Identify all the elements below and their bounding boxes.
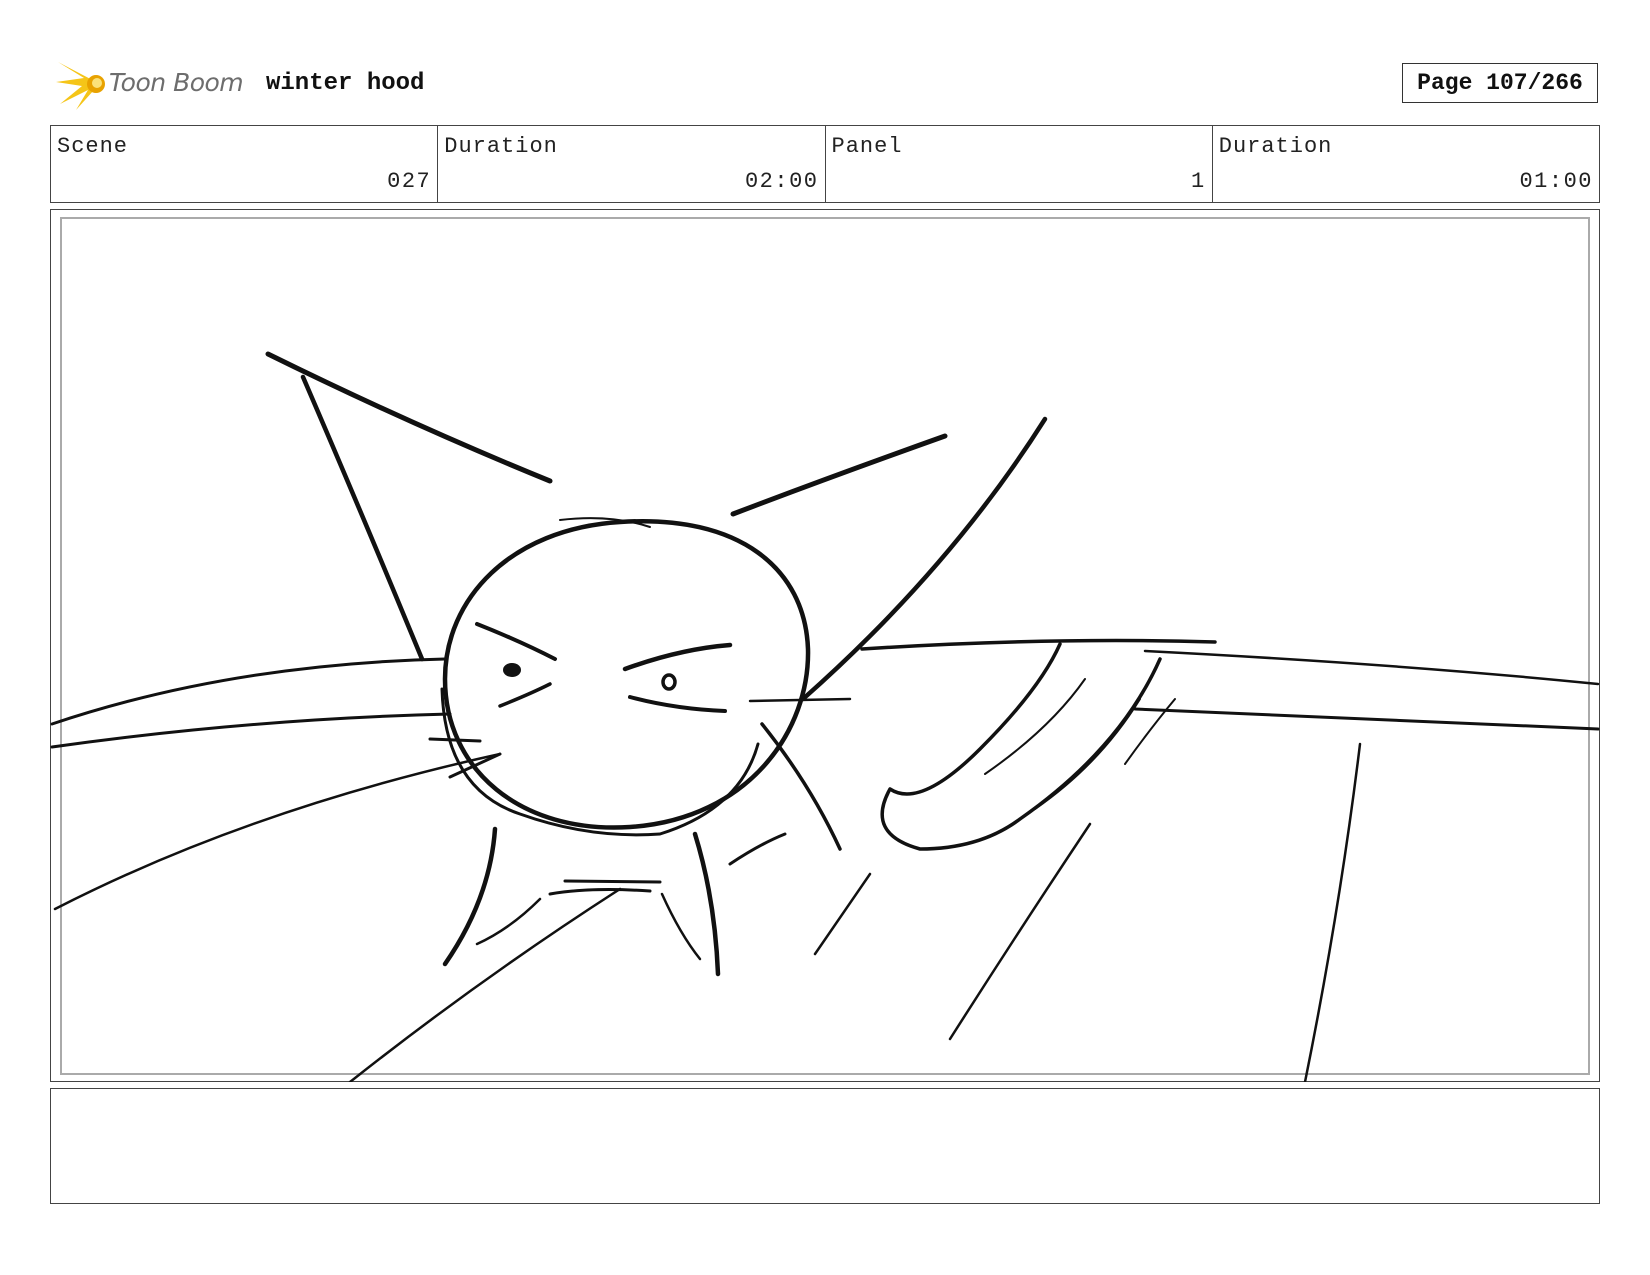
- panel-duration-label: Duration: [1218, 134, 1333, 159]
- project-title: winter hood: [266, 70, 425, 97]
- scene-label: Scene: [57, 134, 129, 159]
- panel-cell: Panel 1: [826, 126, 1213, 202]
- right-leg-inner: [660, 892, 702, 961]
- panel-notes-box: [50, 1088, 1600, 1204]
- floor-line-right: [948, 822, 1092, 1041]
- left-face-hatch-1: [428, 737, 482, 743]
- floor-line-left: [348, 887, 622, 1082]
- storyboard-sketch: [50, 351, 1600, 1082]
- left-ear-top-stroke: [265, 351, 553, 484]
- right-brow: [622, 642, 733, 672]
- center-collar: [563, 879, 662, 884]
- right-eye: [661, 673, 677, 691]
- scene-value: 027: [387, 169, 432, 194]
- scene-duration-value: 02:00: [744, 169, 819, 194]
- scene-info-table: Scene 027 Duration 02:00 Panel 1 Duratio…: [50, 125, 1600, 203]
- panel-duration-value: 01:00: [1519, 169, 1593, 194]
- body-right-stroke-1: [760, 722, 842, 851]
- toon-boom-flame-icon: [56, 62, 105, 110]
- right-ear-top-stroke: [730, 433, 948, 517]
- left-ray-middle: [50, 712, 452, 749]
- scene-duration-label: Duration: [444, 134, 558, 159]
- panel-label: Panel: [831, 134, 903, 159]
- right-cheek-stroke: [748, 697, 852, 703]
- right-ear-side-stroke: [800, 416, 1048, 702]
- page-indicator: Page 107/266: [1402, 63, 1598, 103]
- arm-upper-edge: [860, 638, 1217, 651]
- floor-line-mid: [813, 872, 872, 956]
- left-ray-upper: [50, 657, 447, 726]
- panel-value: 1: [1191, 169, 1206, 194]
- panel-duration-cell: Duration 01:00: [1213, 126, 1599, 202]
- left-leg-inner: [475, 897, 542, 946]
- toon-boom-logo: Toon Boom: [54, 56, 254, 112]
- left-ray-lower: [53, 752, 502, 911]
- arm-right-lower: [1133, 707, 1600, 731]
- center-collar-lower: [548, 888, 652, 896]
- arm-right-upper: [1143, 649, 1600, 686]
- right-eye-lid: [628, 695, 727, 713]
- left-leg: [442, 826, 498, 967]
- left-brow: [475, 622, 557, 661]
- body-right-stroke-2: [728, 832, 787, 866]
- left-eye: [503, 663, 521, 677]
- floor-line-far-right: [1303, 742, 1362, 1082]
- paw-inner-stroke-2: [1034, 698, 1141, 810]
- head-outline: [442, 518, 811, 830]
- logo-text: Toon Boom: [109, 68, 244, 97]
- scene-cell: Scene 027: [51, 126, 439, 202]
- left-eye-lid: [498, 682, 552, 708]
- scene-duration-cell: Duration 02:00: [438, 126, 826, 202]
- right-leg: [692, 831, 721, 977]
